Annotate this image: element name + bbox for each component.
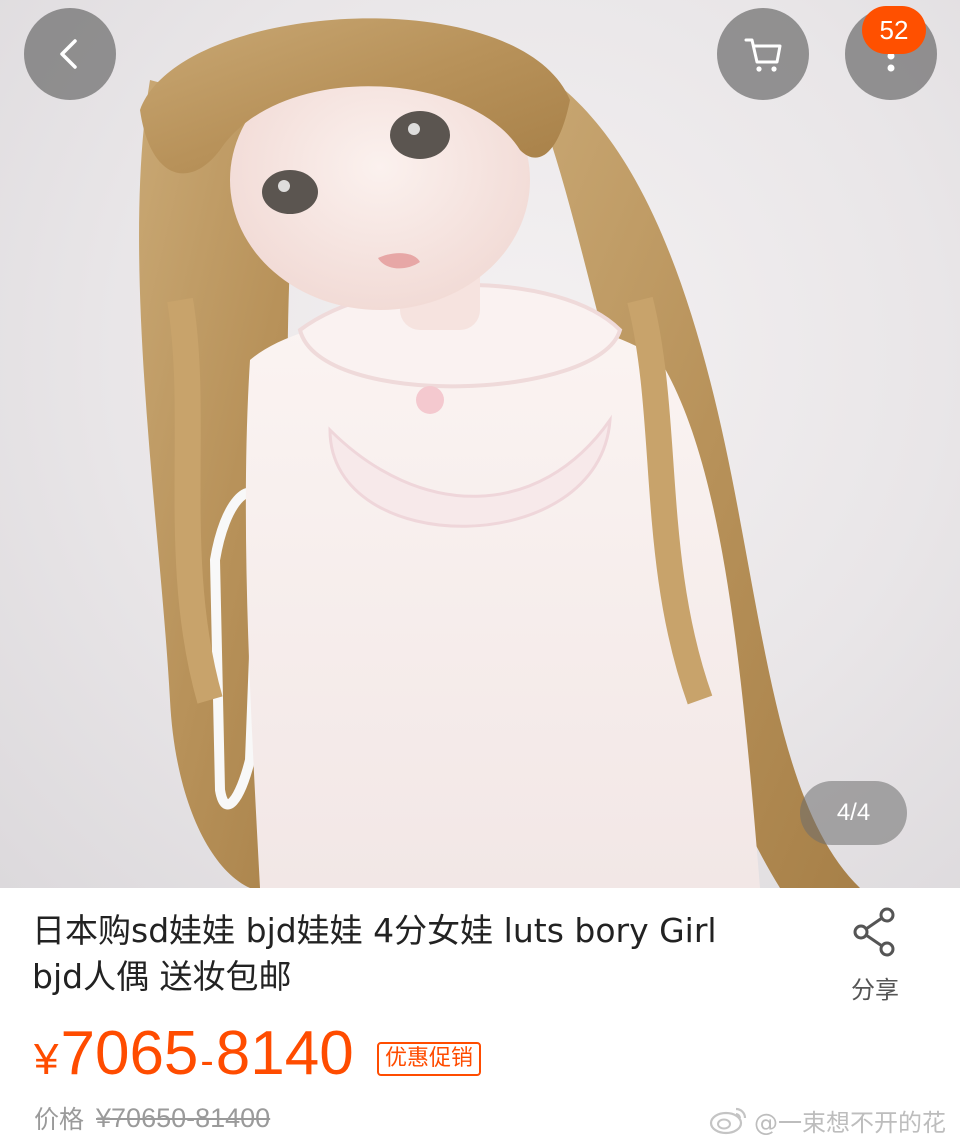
cart-icon (744, 38, 782, 72)
cart-button[interactable] (717, 8, 809, 100)
price-high: 8140 (215, 1019, 354, 1088)
product-image-gallery[interactable]: 52 4/4 (0, 0, 960, 888)
original-price-row: 价格 ¥70650-81400 (34, 1098, 270, 1138)
chevron-left-icon (60, 39, 77, 69)
price-low: 7065 (60, 1019, 199, 1088)
share-label: 分享 (851, 976, 899, 1004)
original-price: ¥70650-81400 (96, 1102, 271, 1133)
original-price-label: 价格 (34, 1105, 85, 1134)
price-separator: - (200, 1039, 214, 1083)
share-button[interactable]: 分享 (835, 906, 915, 1016)
price-currency: ¥ (34, 1035, 59, 1084)
share-icon (853, 907, 895, 957)
promo-tag: 优惠促销 (377, 1042, 482, 1076)
product-title: 日本购sd娃娃 bjd娃娃 4分女娃 luts bory Girl bjd人偶 … (32, 911, 717, 996)
back-button[interactable] (24, 8, 116, 100)
weibo-icon (709, 1107, 747, 1135)
product-photo (139, 18, 860, 888)
image-page-indicator: 4/4 (800, 781, 907, 845)
watermark: @一束想不开的花 (708, 1100, 946, 1140)
price: ¥ 7065 - 8140 (34, 1018, 354, 1088)
notification-badge: 52 (862, 6, 926, 54)
watermark-text: @一束想不开的花 (754, 1108, 946, 1137)
